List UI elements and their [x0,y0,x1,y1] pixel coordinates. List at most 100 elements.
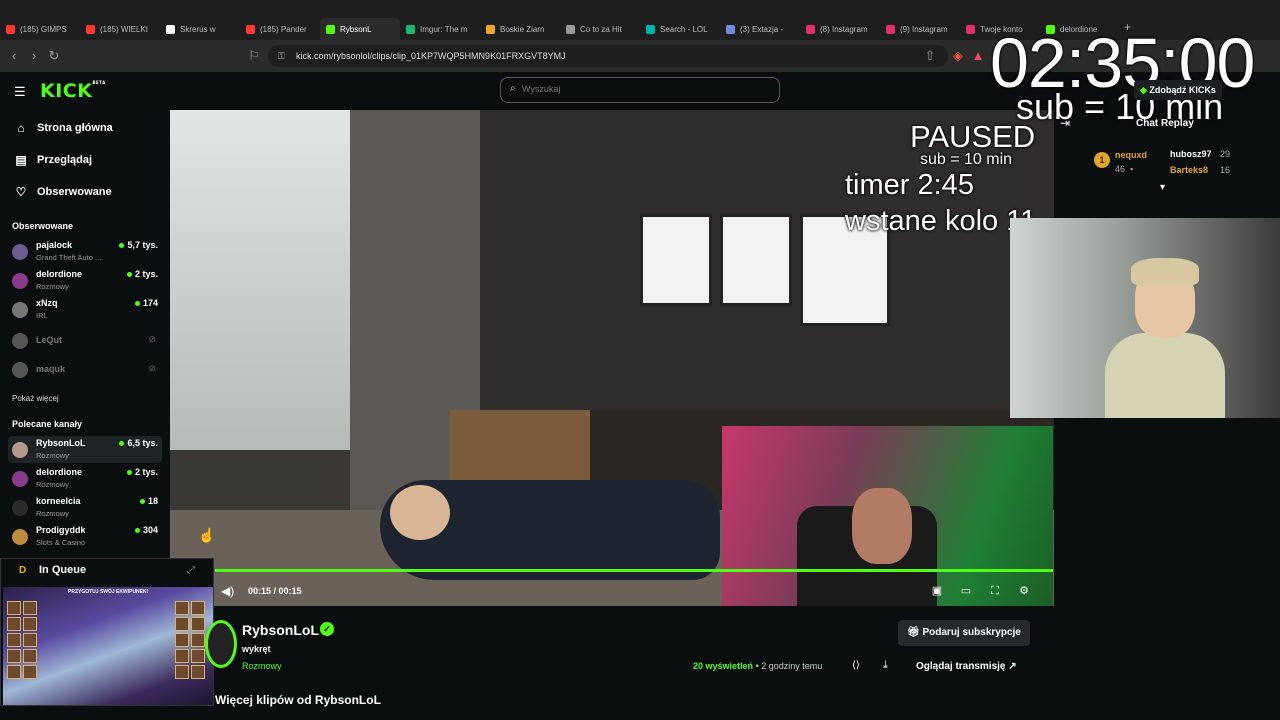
download-icon[interactable]: ⤓ [883,659,888,672]
tab-favicon-icon [726,24,735,34]
channel-item[interactable]: pajalock Grand Theft Auto ... 5,7 tys. [8,238,162,265]
browser-tab[interactable]: (3) Extazja - [720,18,800,40]
browser-tab[interactable]: (185) GIMPS [0,18,80,40]
mini-banner-text: PRZYGOTUJ SWÓJ EKWIPUNEK! [68,589,149,595]
browser-tab[interactable]: RybsonL [320,18,400,40]
webcam-face-2 [852,488,912,564]
browser-tab[interactable]: Imgur: The m [400,18,480,40]
leader-value: 16 [1220,165,1231,175]
search-box[interactable]: ⌕ [500,77,780,103]
channel-avatar [12,333,28,349]
channel-category: Rozmowy [36,282,69,291]
mini-item-slot [191,617,205,631]
gift-sub-label: Podaruj subskrypcje [922,627,1021,638]
tab-label: (3) Extazja - [740,24,784,34]
brave-shield-icon[interactable]: ◈ [950,48,966,64]
channel-name[interactable]: RybsonLoL [242,622,319,638]
kick-logo[interactable]: KICKBETA [40,80,106,102]
browser-tab[interactable]: Skrerus w [160,18,240,40]
browser-tab[interactable]: (8) Instagram [800,18,880,40]
mini-item-slot [175,601,189,615]
browser-tab[interactable]: Boskie Ziarn [480,18,560,40]
channel-item[interactable]: xNzq IRL 174 [8,296,162,323]
leader-name[interactable]: Barteks8 [1170,165,1208,175]
mini-player[interactable]: D In Queue ⤢ PRZYGOTUJ SWÓJ EKWIPUNEK! [0,558,214,706]
mini-item-slot [175,617,189,631]
nav-item[interactable]: ♡ Obserwowane [14,182,112,202]
offline-icon: ⊘ [148,363,156,373]
volume-icon[interactable]: ◀) [221,584,234,598]
tab-label: (185) GIMPS [20,24,67,34]
site-info-icon[interactable]: ⚿ [278,45,285,67]
nav-item-label: Obserwowane [37,186,112,198]
leader-value: 29 [1220,149,1231,159]
nav-item[interactable]: ⌂ Strona główna [14,118,112,138]
tab-favicon-icon [806,24,815,34]
channel-avatar [12,442,28,458]
mini-item-slot [23,617,37,631]
channel-avatar[interactable] [205,620,237,668]
leader-value: 46 [1115,164,1126,174]
nav-item-label: Przeglądaj [37,154,93,166]
tab-label: Skrerus w [180,24,216,34]
collapse-chat-icon[interactable]: ⇥ [1060,116,1070,130]
view-stats: 20 wyświetleń • 2 godziny temu [693,661,822,671]
channel-item[interactable]: RybsonLoL Rozmowy 6,5 tys. [8,436,162,463]
viewer-count-value: 2 tys. [134,467,158,477]
mini-item-slot [23,665,37,679]
settings-icon[interactable]: ⚙ [1017,584,1031,598]
browser-tab[interactable]: (9) Instagram [880,18,960,40]
expand-icon[interactable]: ⤢ [187,565,195,576]
mini-player-video[interactable]: PRZYGOTUJ SWÓJ EKWIPUNEK! [3,587,213,705]
share-icon[interactable]: ⟨⟩ [852,660,860,671]
tab-favicon-icon [246,24,255,34]
webcam-overlay-green [722,426,1053,606]
channel-item[interactable]: LeQut ⊘ [8,327,162,354]
progress-bar[interactable] [215,569,1053,572]
url-bar[interactable]: ⚿ kick.com/rybsonlol/clips/clip_01KP7WQP… [268,45,948,67]
tab-label: (8) Instagram [820,24,868,34]
channel-item[interactable]: delordione Rozmowy 2 tys. [8,267,162,294]
tab-favicon-icon [86,24,95,34]
channel-item[interactable]: delordione Rozmowy 2 tys. [8,465,162,492]
browser-tab[interactable]: Co to za Hit [560,18,640,40]
channel-item[interactable]: korneelcia Rozmowy 18 [8,494,162,521]
leader-name[interactable]: nequxd [1115,150,1147,160]
channel-category: IRL [36,311,48,320]
tab-label: Imgur: The m [420,24,468,34]
bookmark-icon[interactable]: ⚐ [246,48,262,64]
back-icon[interactable]: ‹ [6,48,22,64]
show-more-link[interactable]: Pokaż więcej [12,394,59,403]
channel-item[interactable]: maquk ⊘ [8,356,162,383]
browser-tab[interactable]: (185) WIELKI [80,18,160,40]
gift-subscription-button[interactable]: 🎁︎ Podaruj subskrypcje [898,620,1030,646]
reload-icon[interactable]: ↻ [46,48,62,64]
theater-mode-icon[interactable]: ▭ [959,584,973,598]
tab-label: Co to za Hit [580,24,622,34]
leader-name[interactable]: hubosz97 [1170,149,1212,159]
live-dot-icon [119,243,125,249]
live-dot-icon [139,499,145,505]
channel-avatar [12,471,28,487]
viewer-count: 6,5 tys. [119,438,158,448]
rewards-icon[interactable]: ▲ [970,48,986,64]
views-label: wyświetleń [705,661,754,671]
share-page-icon[interactable]: ⇧ [922,48,938,64]
channel-name: RybsonLoL [36,438,86,448]
clip-category[interactable]: Rozmowy [242,661,282,671]
expand-leaderboard-icon[interactable]: ▾ [1160,182,1165,193]
channel-item[interactable]: Prodigyddk Slots & Casino 304 [8,523,162,550]
search-input[interactable] [522,84,762,94]
forward-icon[interactable]: › [26,48,42,64]
get-kicks-button[interactable]: ◆ Zdobądź KICKs [1134,80,1222,100]
pip-icon[interactable]: ▣ [930,584,944,598]
browser-tab[interactable]: Search - LOL [640,18,720,40]
menu-icon[interactable]: ☰ [14,84,26,100]
browse-icon: ▤ [15,153,27,167]
watch-stream-button[interactable]: Oglądaj transmisję ↗ [908,654,1025,680]
fullscreen-icon[interactable]: ⛶ [988,584,1002,598]
mini-item-slot [7,601,21,615]
browser-tab[interactable]: (185) Pander [240,18,320,40]
channel-name: pajalock [36,240,73,250]
nav-item[interactable]: ▤ Przeglądaj [14,150,92,170]
